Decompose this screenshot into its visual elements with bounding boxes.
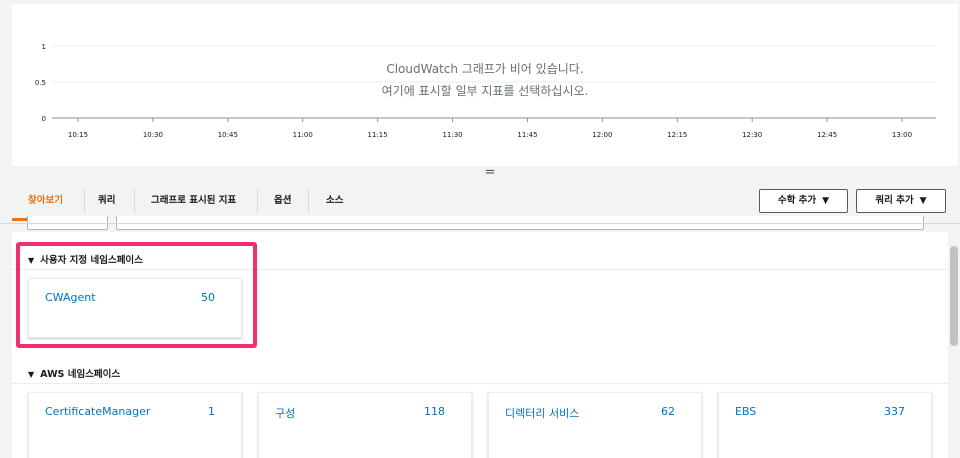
caret-down-icon: ▼ [822, 196, 830, 206]
panel-resize-handle[interactable]: = [480, 166, 500, 180]
namespace-count: 1 [208, 405, 215, 418]
add-math-label: 수학 추가 [777, 195, 817, 206]
y-tick-label: 1 [42, 43, 46, 51]
tab-query[interactable]: 쿼리 [98, 182, 115, 220]
annotation-highlight-box [16, 242, 257, 348]
x-tick-label: 11:00 [293, 131, 313, 139]
x-tick-label: 10:15 [68, 131, 88, 139]
graph-panel: 1 0.5 0 10:15 10:30 10:45 11:00 11:15 11:30 11:45… [12, 4, 958, 166]
x-tick-label: 11:30 [442, 131, 462, 139]
x-tick-label: 12:30 [742, 131, 762, 139]
tab-browse[interactable]: 찾아보기 [28, 182, 63, 220]
x-tick-label: 11:45 [517, 131, 537, 139]
namespace-card-ebs[interactable]: EBS 337 [718, 392, 932, 458]
aws-namespaces-title: AWS 네임스페이스 [40, 369, 121, 380]
namespace-card-config[interactable]: 구성 118 [258, 392, 472, 458]
aws-namespaces-header[interactable]: ▼ AWS 네임스페이스 [28, 366, 120, 380]
x-tick-label: 12:45 [817, 131, 837, 139]
namespace-card-directory-service[interactable]: 디렉터리 서비스 62 [488, 392, 702, 458]
x-tick-label: 13:00 [892, 131, 912, 139]
tab-divider [257, 189, 258, 213]
y-tick-label: 0 [42, 115, 46, 123]
x-tick-label: 12:15 [667, 131, 687, 139]
tab-divider [134, 189, 135, 213]
tab-graphed-metrics[interactable]: 그래프로 표시된 지표 [151, 182, 236, 220]
add-math-button[interactable]: 수학 추가 ▼ [759, 189, 848, 213]
section-divider [12, 383, 948, 384]
x-tick-label: 11:15 [368, 131, 388, 139]
x-tick-label: 10:30 [143, 131, 163, 139]
tab-options[interactable]: 옵션 [274, 182, 291, 220]
x-tick-label: 10:45 [218, 131, 238, 139]
namespace-card-certificatemanager[interactable]: CertificateManager 1 [28, 392, 242, 458]
tab-divider [84, 189, 85, 213]
tab-source[interactable]: 소스 [326, 182, 343, 220]
add-query-label: 쿼리 추가 [875, 195, 914, 206]
x-tick-label: 12:00 [592, 131, 612, 139]
add-query-button[interactable]: 쿼리 추가 ▼ [856, 189, 946, 213]
empty-graph-hint: 여기에 표시할 일부 지표를 선택하십시오. [381, 84, 589, 98]
namespace-count: 118 [424, 405, 445, 418]
expand-triangle-icon: ▼ [28, 370, 35, 379]
vertical-scrollbar[interactable] [948, 232, 960, 458]
tab-bar-border [0, 223, 960, 224]
scrollbar-thumb[interactable] [950, 246, 958, 346]
namespace-name[interactable]: 구성 [275, 405, 295, 421]
namespace-count: 337 [884, 405, 905, 418]
caret-down-icon: ▼ [919, 196, 927, 206]
empty-graph-title: CloudWatch 그래프가 비어 있습니다. [386, 62, 584, 76]
namespace-name[interactable]: 디렉터리 서비스 [505, 405, 579, 421]
namespace-count: 62 [661, 405, 675, 418]
tab-divider [308, 189, 309, 213]
namespace-name[interactable]: EBS [735, 405, 756, 418]
namespace-name[interactable]: CertificateManager [45, 405, 150, 418]
